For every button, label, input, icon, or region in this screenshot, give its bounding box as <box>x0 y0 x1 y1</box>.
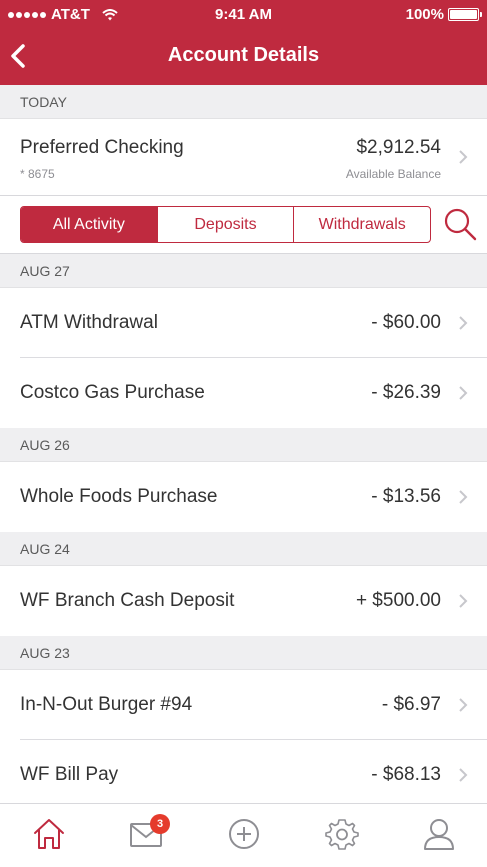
status-right: 100% <box>405 6 482 23</box>
transaction-name: WF Bill Pay <box>20 764 119 785</box>
settings-icon <box>325 819 359 850</box>
transaction-row[interactable]: Whole Foods Purchase - $13.56 <box>0 462 487 532</box>
chevron-right-icon <box>459 490 468 504</box>
account-number: * 8675 <box>20 167 55 181</box>
filter-bar: All Activity Deposits Withdrawals <box>0 196 487 254</box>
chevron-right-icon <box>459 386 468 400</box>
search-icon <box>444 208 477 241</box>
profile-icon <box>424 819 454 850</box>
unread-badge: 3 <box>150 814 170 834</box>
battery-label: 100% <box>405 6 444 23</box>
chevron-right-icon <box>459 594 468 608</box>
tab-home[interactable] <box>0 804 97 867</box>
transaction-row[interactable]: ATM Withdrawal - $60.00 <box>0 288 487 358</box>
transaction-name: Whole Foods Purchase <box>20 486 218 507</box>
account-name: Preferred Checking <box>20 137 184 158</box>
search-button[interactable] <box>442 206 478 242</box>
chevron-right-icon <box>459 316 468 330</box>
status-bar: AT&T 9:41 AM 100% <box>0 0 487 30</box>
transaction-row[interactable]: Costco Gas Purchase - $26.39 <box>0 358 487 428</box>
activity-filter: All Activity Deposits Withdrawals <box>20 206 431 243</box>
transaction-amount: - $26.39 <box>371 382 441 403</box>
section-header-date: AUG 23 <box>0 636 487 670</box>
add-icon <box>229 819 259 849</box>
tab-all-activity[interactable]: All Activity <box>21 207 158 242</box>
tab-add[interactable] <box>195 804 292 867</box>
tab-withdrawals[interactable]: Withdrawals <box>294 207 430 242</box>
transaction-amount: - $13.56 <box>371 486 441 507</box>
tab-settings[interactable] <box>293 804 390 867</box>
transaction-amount: - $6.97 <box>381 694 441 715</box>
section-header-date: AUG 26 <box>0 428 487 462</box>
battery-icon <box>448 8 482 21</box>
section-header-date: AUG 24 <box>0 532 487 566</box>
app-header: AT&T 9:41 AM 100% Account Details <box>0 0 487 85</box>
transaction-amount: - $68.13 <box>371 764 441 785</box>
section-header-today: TODAY <box>0 85 487 119</box>
balance-label: Available Balance <box>345 167 441 181</box>
page-title: Account Details <box>167 44 320 66</box>
nav-bar: Account Details <box>0 30 487 85</box>
chevron-right-icon <box>459 150 468 164</box>
transaction-row[interactable]: WF Branch Cash Deposit + $500.00 <box>0 566 487 636</box>
transaction-name: WF Branch Cash Deposit <box>20 590 235 611</box>
chevron-right-icon <box>459 768 468 782</box>
account-summary-row[interactable]: Preferred Checking * 8675 $2,912.54 Avai… <box>0 118 487 196</box>
transaction-row[interactable]: WF Bill Pay - $68.13 <box>0 740 487 810</box>
transaction-name: Costco Gas Purchase <box>20 382 205 403</box>
chevron-right-icon <box>459 698 468 712</box>
transaction-name: ATM Withdrawal <box>20 312 158 333</box>
tab-profile[interactable] <box>390 804 487 867</box>
transaction-name: In-N-Out Burger #94 <box>20 694 193 715</box>
transaction-amount: + $500.00 <box>355 590 441 611</box>
tab-bar: 3 <box>0 803 487 867</box>
transaction-amount: - $60.00 <box>371 312 441 333</box>
account-balance: $2,912.54 <box>356 137 441 158</box>
tab-messages[interactable]: 3 <box>97 804 194 867</box>
tab-deposits[interactable]: Deposits <box>158 207 295 242</box>
section-header-date: AUG 27 <box>0 254 487 288</box>
home-icon <box>34 819 64 849</box>
transaction-row[interactable]: In-N-Out Burger #94 - $6.97 <box>0 670 487 740</box>
